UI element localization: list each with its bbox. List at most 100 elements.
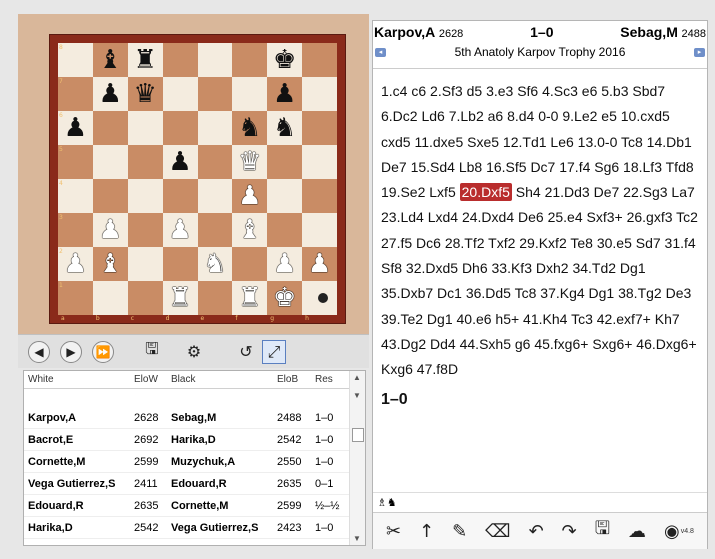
square-b5[interactable]: [92, 145, 128, 179]
game-row[interactable]: Edouard,R 2635 Cornette,M 2599 ½–½: [24, 495, 365, 517]
square-e4[interactable]: [197, 179, 233, 213]
square-h8[interactable]: [302, 43, 337, 77]
square-a4[interactable]: 4: [58, 179, 93, 213]
square-a2[interactable]: ♟ 2: [58, 247, 93, 281]
back-icon[interactable]: ◀: [28, 340, 50, 363]
fast-forward-icon[interactable]: ⏩: [92, 340, 114, 363]
scroll-down-small-icon[interactable]: ▼: [353, 391, 361, 400]
move-list[interactable]: 1.c4 c6 2.Sf3 d5 3.e3 Sf6 4.Sc3 e6 5.b3 …: [373, 69, 707, 412]
white-bishop-icon[interactable]: ♝: [99, 251, 122, 277]
engine-icon[interactable]: ⚙: [182, 340, 206, 364]
white-pawn-icon[interactable]: ♟: [168, 217, 191, 243]
scroll-thumb[interactable]: [352, 428, 364, 442]
white-pawn-icon[interactable]: ♟: [99, 217, 122, 243]
col-res[interactable]: Res: [311, 374, 349, 385]
prev-game-icon[interactable]: ◂: [375, 47, 386, 57]
square-e7[interactable]: [197, 77, 233, 111]
game-row[interactable]: Karpov,A 2628 Sebag,M 2488 1–0: [24, 407, 365, 429]
annotate-pen-icon[interactable]: ✎: [452, 521, 467, 542]
eraser-icon[interactable]: ⌫: [485, 521, 510, 542]
square-g3[interactable]: [267, 213, 303, 247]
white-pawn-icon[interactable]: ♟: [64, 251, 87, 277]
square-g6[interactable]: ♞: [267, 111, 303, 145]
square-d6[interactable]: [162, 111, 198, 145]
white-king-icon[interactable]: ♚: [273, 285, 296, 311]
col-elow[interactable]: EloW: [130, 374, 167, 385]
black-rook-icon[interactable]: ♜: [134, 47, 157, 73]
square-a6[interactable]: ♟ 6: [58, 111, 93, 145]
black-king-icon[interactable]: ♚: [273, 47, 296, 73]
game-list-scrollbar[interactable]: ▲ ▼ ▼: [349, 371, 365, 545]
square-g7[interactable]: ♟: [267, 77, 303, 111]
square-a3[interactable]: 3: [58, 213, 93, 247]
col-white[interactable]: White: [24, 374, 130, 385]
square-d1[interactable]: ♜ d: [162, 281, 198, 322]
white-rook-icon[interactable]: ♜: [168, 285, 191, 311]
rotate-icon[interactable]: ↺: [234, 340, 258, 364]
black-pawn-icon[interactable]: ♟: [64, 115, 87, 141]
square-a5[interactable]: 5: [58, 145, 93, 179]
square-c1[interactable]: c: [127, 281, 163, 322]
square-e2[interactable]: ♞: [197, 247, 233, 281]
delete-variation-icon[interactable]: ✂: [386, 521, 401, 542]
square-f7[interactable]: [232, 77, 268, 111]
game-row[interactable]: Cornette,M 2599 Muzychuk,A 2550 1–0: [24, 451, 365, 473]
square-g4[interactable]: [267, 179, 303, 213]
white-rook-icon[interactable]: ♜: [238, 285, 261, 311]
white-pawn-icon[interactable]: ♟: [273, 251, 296, 277]
black-knight-icon[interactable]: ♞: [273, 115, 296, 141]
scroll-up-icon[interactable]: ▲: [353, 373, 361, 382]
current-move[interactable]: 20.Dxf5: [459, 183, 512, 202]
square-g5[interactable]: [267, 145, 303, 179]
square-b8[interactable]: ♝: [92, 43, 128, 77]
square-g1[interactable]: ♚ g: [267, 281, 303, 322]
square-h3[interactable]: [302, 213, 337, 247]
black-pawn-icon[interactable]: ♟: [168, 149, 191, 175]
square-a7[interactable]: 7: [58, 77, 93, 111]
white-bishop-icon[interactable]: ♝: [238, 217, 261, 243]
white-knight-icon[interactable]: ♞: [203, 251, 226, 277]
white-queen-icon[interactable]: ♛: [238, 149, 261, 175]
square-b4[interactable]: [92, 179, 128, 213]
forward-icon[interactable]: ▶: [60, 340, 82, 363]
square-b3[interactable]: ♟: [92, 213, 128, 247]
square-f2[interactable]: [232, 247, 268, 281]
col-black[interactable]: Black: [167, 374, 273, 385]
square-h5[interactable]: [302, 145, 337, 179]
square-e1[interactable]: e: [197, 281, 233, 322]
square-d2[interactable]: [162, 247, 198, 281]
square-f6[interactable]: ♞: [232, 111, 268, 145]
square-a8[interactable]: 8: [58, 43, 93, 77]
black-pawn-icon[interactable]: ♟: [273, 81, 296, 107]
square-f8[interactable]: [232, 43, 268, 77]
redo-icon[interactable]: ↷: [562, 521, 577, 542]
square-e3[interactable]: [197, 213, 233, 247]
square-f5[interactable]: ♛: [232, 145, 268, 179]
square-c6[interactable]: [127, 111, 163, 145]
square-c3[interactable]: [127, 213, 163, 247]
square-h4[interactable]: [302, 179, 337, 213]
white-pawn-icon[interactable]: ♟: [308, 251, 331, 277]
square-g8[interactable]: ♚: [267, 43, 303, 77]
scroll-down-icon[interactable]: ▼: [353, 534, 361, 543]
square-g2[interactable]: ♟: [267, 247, 303, 281]
square-h2[interactable]: ♟: [302, 247, 337, 281]
square-d4[interactable]: [162, 179, 198, 213]
square-h7[interactable]: [302, 77, 337, 111]
square-c7[interactable]: ♛: [127, 77, 163, 111]
game-row[interactable]: Harika,D 2542 Vega Gutierrez,S 2423 1–0: [24, 517, 365, 539]
square-b2[interactable]: ♝: [92, 247, 128, 281]
game-row[interactable]: Vega Gutierrez,S 2411 Edouard,R 2635 0–1: [24, 473, 365, 495]
chess-board[interactable]: 8 ♝ ♜ ♚ 7 ♟ ♛ ♟ ♟ 6 ♞ ♞ 5 ♟ ♛ 4 ♟ 3 ♟ ♟ ♝ ♟ 2 ♝ ♞ ♟ ♟ 1 a b c ♜ d e ♜ f ♚ g h: [58, 43, 337, 322]
square-d8[interactable]: [162, 43, 198, 77]
square-d5[interactable]: ♟: [162, 145, 198, 179]
square-b6[interactable]: [92, 111, 128, 145]
square-e5[interactable]: [197, 145, 233, 179]
square-a1[interactable]: 1a: [58, 281, 93, 322]
square-c5[interactable]: [127, 145, 163, 179]
board-resize-handle[interactable]: [318, 293, 328, 303]
save-icon[interactable]: 🖫: [140, 339, 164, 364]
square-h6[interactable]: [302, 111, 337, 145]
next-game-icon[interactable]: ▸: [693, 47, 705, 57]
game-row[interactable]: Bacrot,E 2692 Harika,D 2542 1–0: [24, 429, 365, 451]
